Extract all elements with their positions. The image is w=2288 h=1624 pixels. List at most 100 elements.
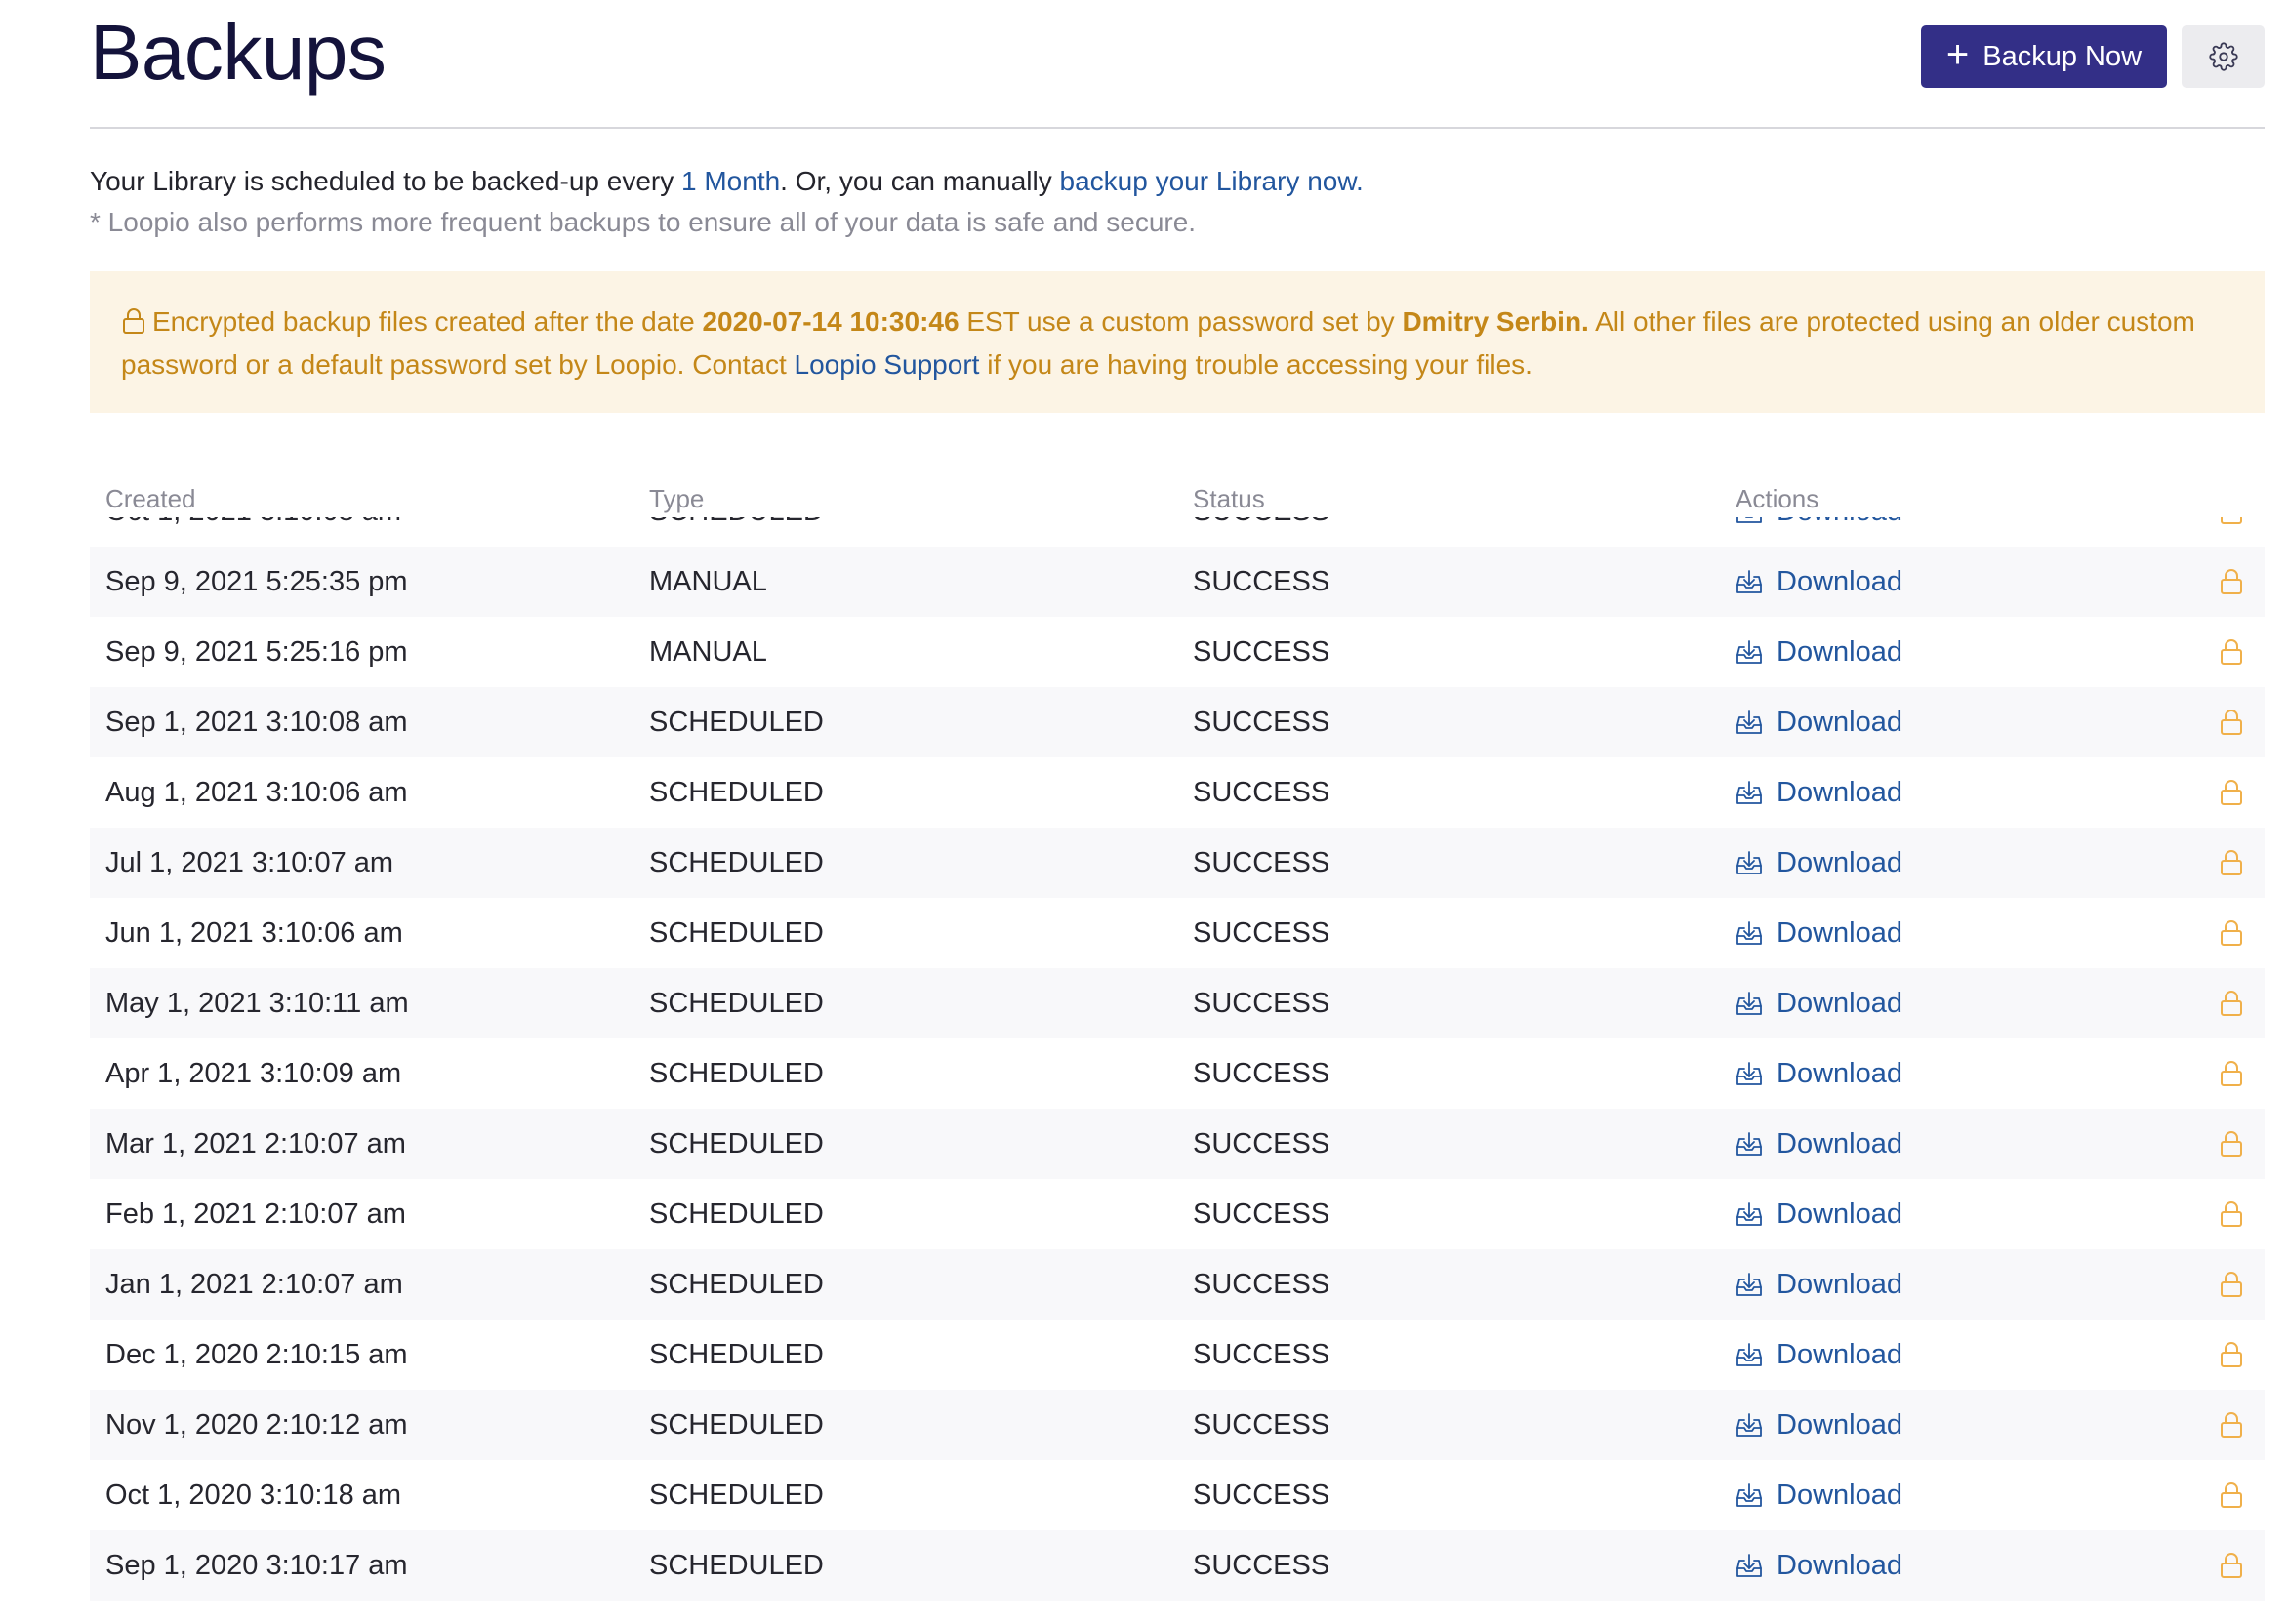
type-cell: SCHEDULED <box>649 1550 824 1581</box>
table-body-scroll[interactable]: Oct 1, 2021 3:10:08 am SCHEDULED SUCCESS… <box>90 517 2265 1624</box>
type-cell: SCHEDULED <box>649 1198 824 1230</box>
download-link[interactable]: Download <box>1736 1179 1902 1249</box>
download-icon <box>1736 710 1762 734</box>
status-cell: SUCCESS <box>1193 1409 1330 1441</box>
type-cell: SCHEDULED <box>649 847 824 878</box>
download-link[interactable]: Download <box>1736 517 1902 547</box>
created-cell: May 1, 2021 3:10:11 am <box>105 988 409 1019</box>
type-cell: MANUAL <box>649 566 767 597</box>
column-header-created: Created <box>105 484 196 513</box>
table-row: Dec 1, 2020 2:10:15 am SCHEDULED SUCCESS… <box>90 1320 2265 1390</box>
download-label: Download <box>1777 707 1902 738</box>
created-cell: Aug 1, 2021 3:10:06 am <box>105 777 408 808</box>
download-icon <box>1736 1413 1762 1437</box>
download-link[interactable]: Download <box>1736 687 1902 757</box>
status-cell: SUCCESS <box>1193 988 1330 1019</box>
status-cell: SUCCESS <box>1193 1550 1330 1581</box>
download-icon <box>1736 1343 1762 1366</box>
download-label: Download <box>1777 777 1902 808</box>
download-icon <box>1736 1132 1762 1156</box>
download-label: Download <box>1777 636 1902 668</box>
backup-now-button[interactable]: + Backup Now <box>1921 25 2167 88</box>
download-icon <box>1736 517 1762 523</box>
download-label: Download <box>1777 566 1902 597</box>
status-cell: SUCCESS <box>1193 1128 1330 1159</box>
lock-icon <box>2220 1460 2243 1530</box>
created-cell: Jan 1, 2021 2:10:07 am <box>105 1269 403 1300</box>
type-cell: SCHEDULED <box>649 1058 824 1089</box>
table-row: Oct 1, 2020 3:10:18 am SCHEDULED SUCCESS… <box>90 1460 2265 1530</box>
download-link[interactable]: Download <box>1736 968 1902 1038</box>
download-label: Download <box>1777 917 1902 949</box>
created-cell: Nov 1, 2020 2:10:12 am <box>105 1409 408 1441</box>
lock-icon <box>121 306 146 345</box>
alert-text-4: if you are having trouble accessing your… <box>979 349 1532 380</box>
download-link[interactable]: Download <box>1736 547 1902 617</box>
interval-link[interactable]: 1 Month <box>681 166 780 196</box>
status-cell: SUCCESS <box>1193 1198 1330 1230</box>
lock-icon <box>2220 757 2243 828</box>
lock-icon <box>2220 687 2243 757</box>
type-cell: SCHEDULED <box>649 1480 824 1511</box>
status-cell: SUCCESS <box>1193 636 1330 668</box>
download-link[interactable]: Download <box>1736 1530 1902 1601</box>
lock-icon <box>2220 898 2243 968</box>
loopio-support-link[interactable]: Loopio Support <box>795 349 980 380</box>
column-header-type: Type <box>649 484 705 513</box>
download-link[interactable]: Download <box>1736 1460 1902 1530</box>
download-link[interactable]: Download <box>1736 1320 1902 1390</box>
settings-button[interactable] <box>2182 25 2265 88</box>
download-link[interactable]: Download <box>1736 898 1902 968</box>
frequent-backups-note: * Loopio also performs more frequent bac… <box>90 207 1197 237</box>
alert-user: Dmitry Serbin. <box>1402 306 1589 337</box>
download-icon <box>1736 1273 1762 1296</box>
type-cell: SCHEDULED <box>649 777 824 808</box>
created-cell: Apr 1, 2021 3:10:09 am <box>105 1058 402 1089</box>
download-link[interactable]: Download <box>1736 1038 1902 1109</box>
download-link[interactable]: Download <box>1736 757 1902 828</box>
type-cell: SCHEDULED <box>649 917 824 949</box>
table-row: Feb 1, 2021 2:10:07 am SCHEDULED SUCCESS… <box>90 1179 2265 1249</box>
table-header: Created Type Status Actions <box>90 478 2265 517</box>
status-cell: SUCCESS <box>1193 707 1330 738</box>
type-cell: SCHEDULED <box>649 707 824 738</box>
type-cell: SCHEDULED <box>649 1128 824 1159</box>
backup-now-label: Backup Now <box>1982 40 2143 72</box>
download-icon <box>1736 570 1762 593</box>
type-cell: SCHEDULED <box>649 1269 824 1300</box>
lock-icon <box>2220 1109 2243 1179</box>
alert-date: 2020-07-14 10:30:46 <box>702 306 960 337</box>
download-link[interactable]: Download <box>1736 617 1902 687</box>
type-cell: MANUAL <box>649 636 767 668</box>
created-cell: Dec 1, 2020 2:10:15 am <box>105 1339 408 1370</box>
download-label: Download <box>1777 1339 1902 1370</box>
table-row: Oct 1, 2021 3:10:08 am SCHEDULED SUCCESS… <box>90 517 2265 547</box>
page-header: Backups + Backup Now <box>90 0 2265 129</box>
download-link[interactable]: Download <box>1736 1109 1902 1179</box>
table-row: Sep 1, 2020 3:10:17 am SCHEDULED SUCCESS… <box>90 1530 2265 1601</box>
download-link[interactable]: Download <box>1736 828 1902 898</box>
table-row: Jun 1, 2021 3:10:06 am SCHEDULED SUCCESS… <box>90 898 2265 968</box>
download-label: Download <box>1777 1409 1902 1441</box>
status-cell: SUCCESS <box>1193 566 1330 597</box>
schedule-text-suffix: . <box>1356 166 1364 196</box>
lock-icon <box>2220 1390 2243 1460</box>
table-row: Sep 9, 2021 5:25:16 pm MANUAL SUCCESS Do… <box>90 617 2265 687</box>
table-row: Sep 9, 2021 5:25:35 pm MANUAL SUCCESS Do… <box>90 547 2265 617</box>
backup-library-now-link[interactable]: backup your Library now <box>1060 166 1357 196</box>
created-cell: Feb 1, 2021 2:10:07 am <box>105 1198 406 1230</box>
status-cell: SUCCESS <box>1193 917 1330 949</box>
schedule-text-middle: . Or, you can manually <box>780 166 1060 196</box>
status-cell: SUCCESS <box>1193 777 1330 808</box>
type-cell: SCHEDULED <box>649 1339 824 1370</box>
type-cell: SCHEDULED <box>649 1409 824 1441</box>
download-link[interactable]: Download <box>1736 1249 1902 1320</box>
table-row: Jan 1, 2021 2:10:07 am SCHEDULED SUCCESS… <box>90 1249 2265 1320</box>
type-cell: SCHEDULED <box>649 517 824 547</box>
download-label: Download <box>1777 988 1902 1019</box>
status-cell: SUCCESS <box>1193 517 1329 547</box>
download-link[interactable]: Download <box>1736 1390 1902 1460</box>
download-icon <box>1736 1202 1762 1226</box>
lock-icon <box>2220 1038 2243 1109</box>
download-label: Download <box>1777 1128 1902 1159</box>
